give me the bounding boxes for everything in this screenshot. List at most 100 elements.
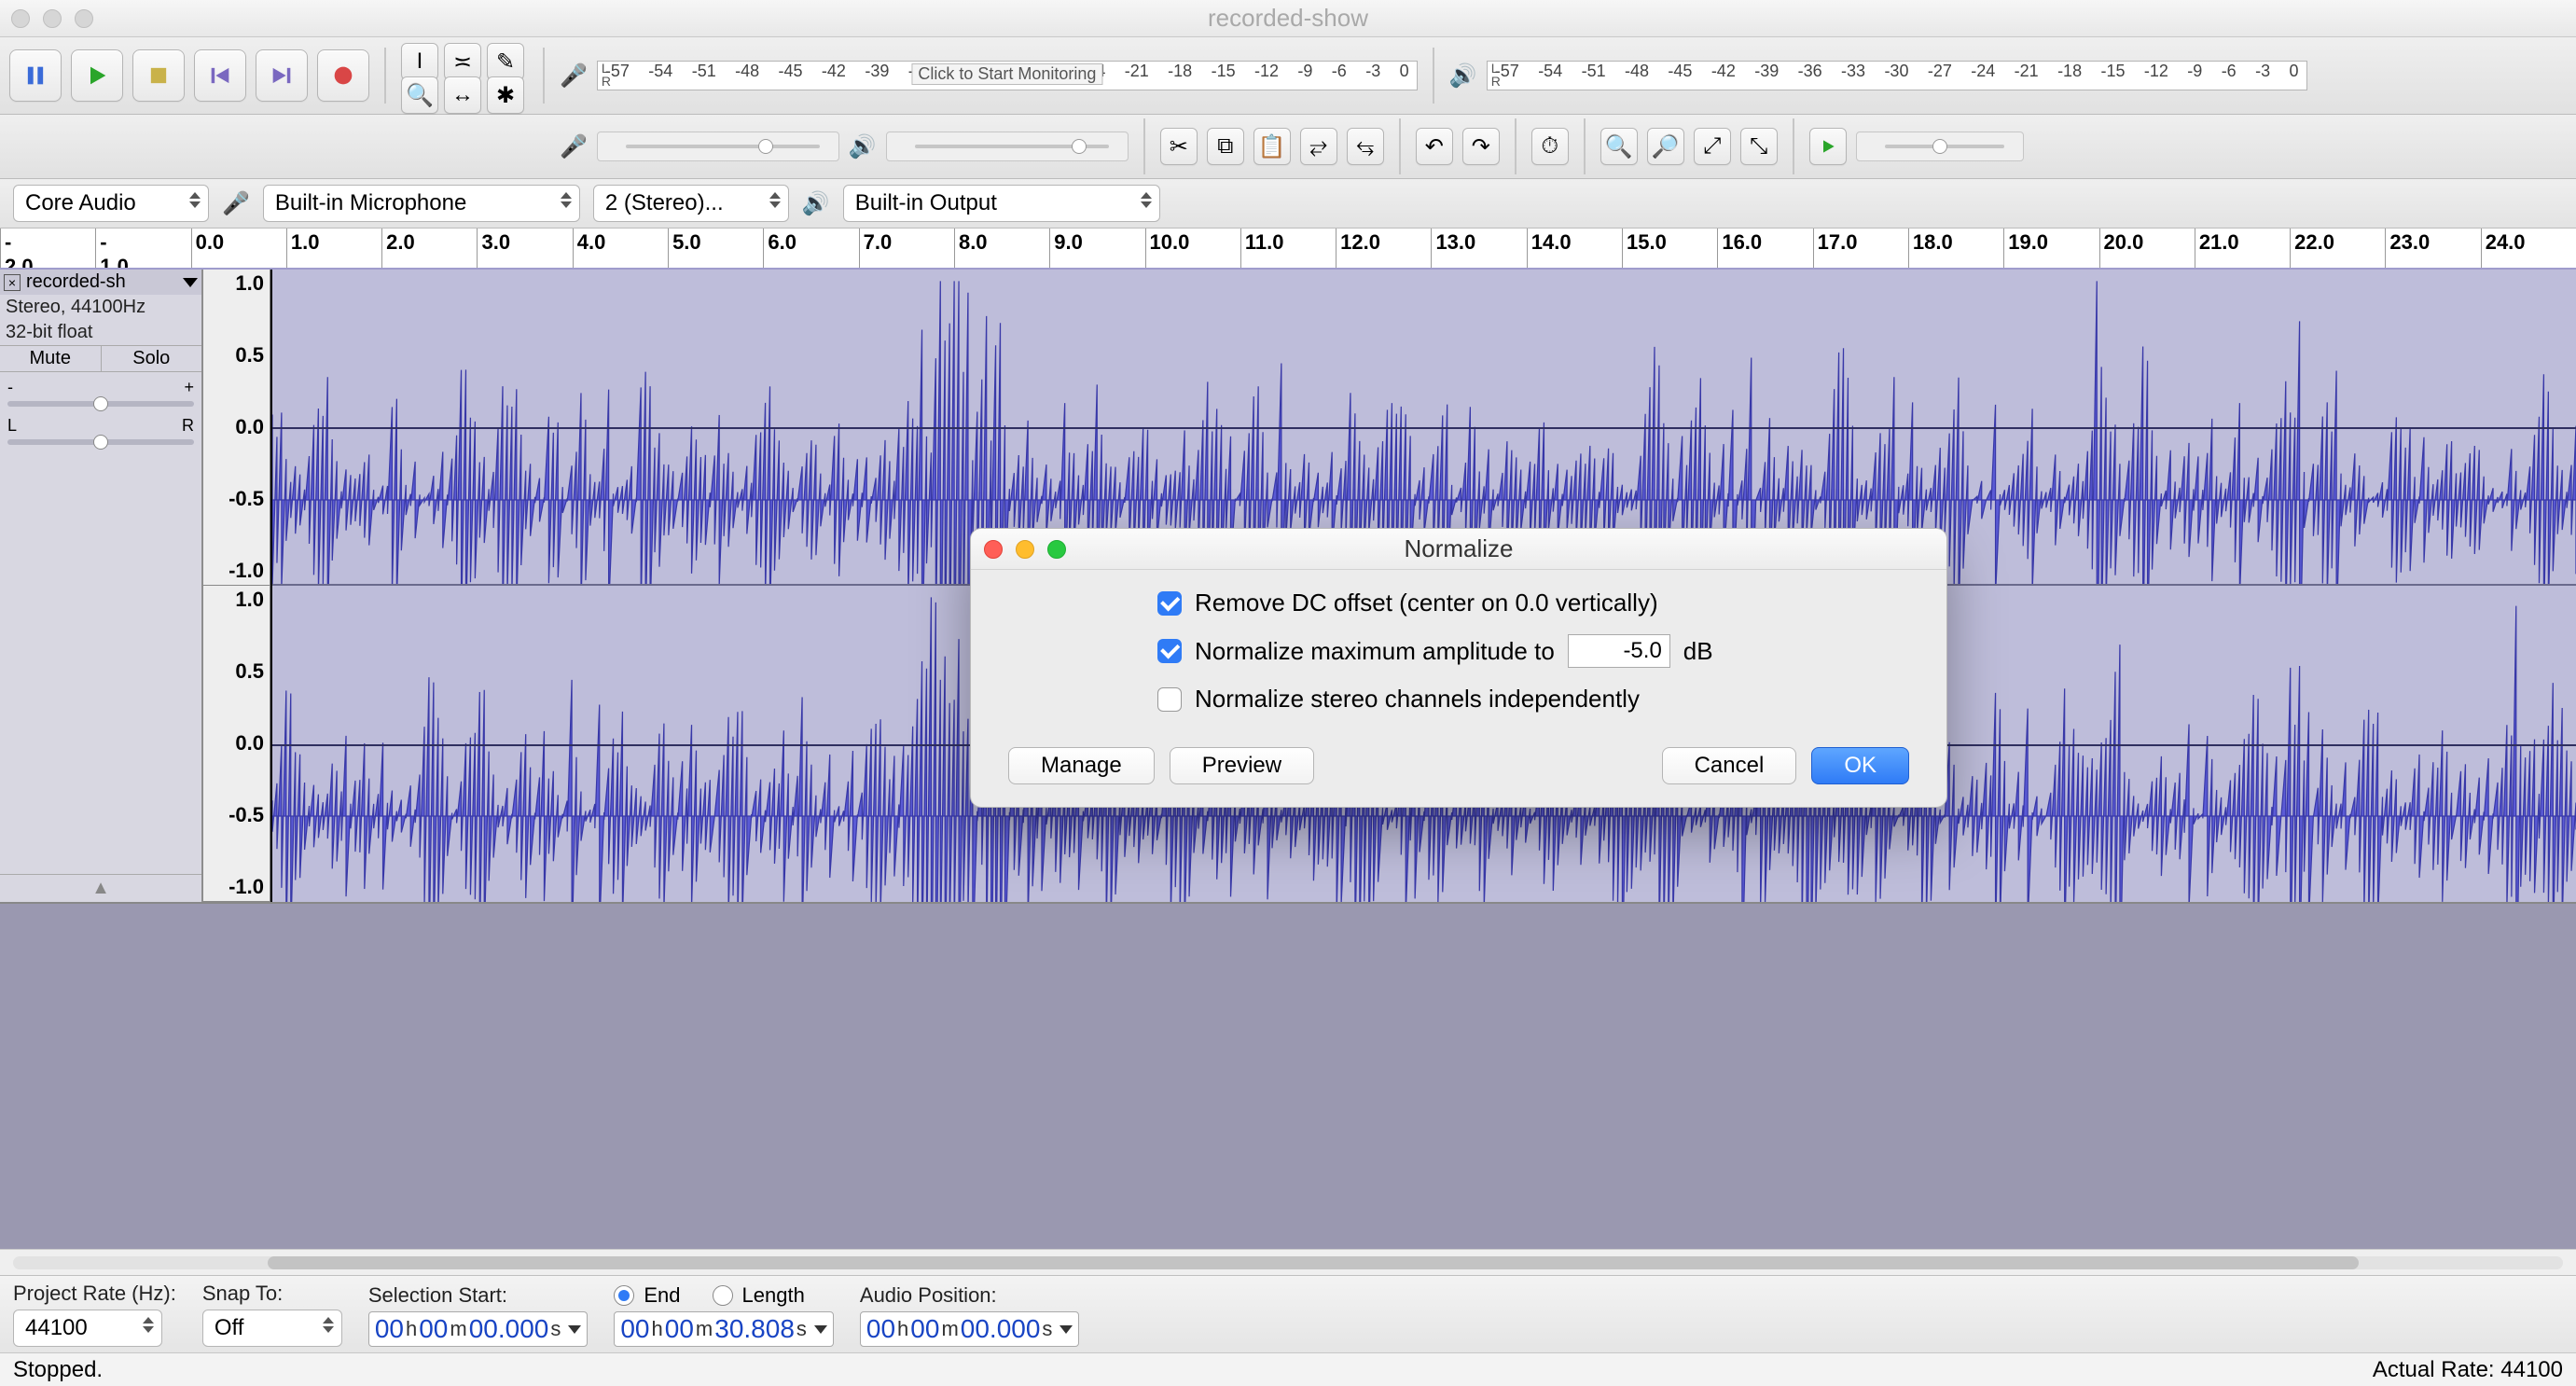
stop-button[interactable] — [132, 49, 185, 102]
track-name[interactable]: recorded-sh — [26, 271, 177, 293]
input-device-select[interactable]: Built-in Microphone — [263, 185, 580, 222]
undo-button[interactable]: ↶ — [1416, 128, 1453, 165]
sync-lock-button[interactable]: ⏱ — [1531, 128, 1569, 165]
track-close-button[interactable]: × — [4, 274, 21, 291]
window-titlebar: recorded-show — [0, 0, 2576, 37]
zoom-in-button[interactable]: 🔍 — [1600, 128, 1638, 165]
scrollbar-thumb[interactable] — [268, 1256, 2359, 1269]
audio-position-timebox[interactable]: 00h 00m 00.000s — [860, 1311, 1080, 1347]
input-channels-select[interactable]: 2 (Stereo)... — [593, 185, 789, 222]
dialog-titlebar[interactable]: Normalize — [971, 529, 1946, 570]
input-volume-slider[interactable] — [597, 132, 839, 161]
minimize-window-icon[interactable] — [43, 9, 62, 28]
cut-button[interactable]: ✂ — [1160, 128, 1198, 165]
gain-minus-label: - — [7, 378, 13, 397]
normalize-amplitude-label: Normalize maximum amplitude to — [1195, 637, 1555, 666]
normalize-amplitude-input[interactable] — [1568, 634, 1670, 668]
stereo-independent-checkbox[interactable] — [1157, 687, 1182, 712]
pause-button[interactable] — [9, 49, 62, 102]
track-control-panel: × recorded-sh Stereo, 44100Hz 32-bit flo… — [0, 270, 203, 902]
preview-button[interactable]: Preview — [1170, 747, 1314, 784]
dialog-body: Remove DC offset (center on 0.0 vertical… — [971, 570, 1946, 742]
separator-icon — [384, 48, 386, 104]
skip-end-button[interactable] — [256, 49, 308, 102]
amp-label: 1.0 — [203, 588, 264, 612]
record-button[interactable] — [317, 49, 369, 102]
mute-button[interactable]: Mute — [0, 346, 102, 371]
output-device-select[interactable]: Built-in Output — [843, 185, 1160, 222]
zoom-in-icon: 🔍 — [1605, 133, 1633, 160]
timeshift-tool-button[interactable]: ↔ — [444, 76, 481, 114]
copy-button[interactable]: ⧉ — [1207, 128, 1244, 165]
zoom-window-icon[interactable] — [75, 9, 93, 28]
snap-to-select[interactable]: Off — [202, 1310, 342, 1347]
recording-meter-hint[interactable]: Click to Start Monitoring — [911, 63, 1102, 85]
play-button[interactable] — [71, 49, 123, 102]
track-gain-pan: -+ LR — [0, 372, 201, 450]
zoom-tool-button[interactable]: 🔍 — [401, 76, 438, 114]
dialog-minimize-icon[interactable] — [1016, 540, 1034, 559]
redo-button[interactable]: ↷ — [1462, 128, 1500, 165]
timeline-ruler[interactable]: - 2.0- 1.00.01.02.03.04.05.06.07.08.09.0… — [0, 229, 2576, 270]
paste-button[interactable]: 📋 — [1253, 128, 1291, 165]
window-traffic-lights — [11, 9, 93, 28]
input-channels-value: 2 (Stereo)... — [605, 190, 724, 216]
envelope-tool-button[interactable]: ≍ — [444, 43, 481, 80]
dc-offset-checkbox[interactable] — [1157, 591, 1182, 616]
end-radio-label: End — [644, 1283, 680, 1308]
empty-tracks-space[interactable] — [0, 904, 2576, 1249]
time-m: 00 — [910, 1314, 939, 1344]
ok-button[interactable]: OK — [1811, 747, 1909, 784]
toolbar-row-2: 🎤 🔊 ✂ ⧉ 📋 ⥂ ⥃ ↶ ↷ ⏱ 🔍 🔎 ⤢ ⤡ — [0, 115, 2576, 179]
end-radio[interactable] — [614, 1285, 634, 1306]
skip-start-button[interactable] — [194, 49, 246, 102]
playback-meter[interactable]: LR -57-54-51-48-45-42-39-36-33-30-27-24-… — [1487, 61, 2307, 90]
status-left: Stopped. — [13, 1357, 103, 1383]
manage-button[interactable]: Manage — [1008, 747, 1155, 784]
project-rate-select[interactable]: 44100 — [13, 1310, 162, 1347]
track-collapse-button[interactable]: ▲ — [0, 874, 201, 902]
gain-plus-label: + — [184, 378, 194, 397]
amp-label: 0.0 — [203, 415, 264, 439]
paste-icon: 📋 — [1258, 133, 1286, 160]
length-radio[interactable] — [713, 1285, 733, 1306]
separator-icon — [1793, 118, 1794, 174]
separator-icon — [1433, 48, 1434, 104]
play-region-button[interactable] — [1809, 128, 1847, 165]
separator-icon — [1143, 118, 1145, 174]
fit-selection-button[interactable]: ⤢ — [1694, 128, 1731, 165]
playback-speed-slider[interactable] — [1856, 132, 2024, 161]
trim-button[interactable]: ⥂ — [1300, 128, 1337, 165]
track-header[interactable]: × recorded-sh — [0, 270, 201, 295]
audio-host-select[interactable]: Core Audio — [13, 185, 209, 222]
solo-button[interactable]: Solo — [102, 346, 202, 371]
output-volume-slider[interactable] — [886, 132, 1129, 161]
selection-tool-button[interactable]: I — [401, 43, 438, 80]
project-rate-value: 44100 — [25, 1315, 88, 1341]
separator-icon — [1515, 118, 1517, 174]
cancel-button[interactable]: Cancel — [1662, 747, 1797, 784]
toolbar-row-1: I ≍ ✎ 🔍 ↔ ✱ 🎤 LR -57-54-51-48-45-42-39-3… — [0, 37, 2576, 115]
silence-icon: ⥃ — [1356, 133, 1374, 159]
normalize-amplitude-checkbox[interactable] — [1157, 639, 1182, 663]
dropdown-icon[interactable] — [568, 1325, 581, 1334]
zoom-out-button[interactable]: 🔎 — [1647, 128, 1684, 165]
redo-icon: ↷ — [1472, 133, 1490, 160]
dropdown-icon[interactable] — [1059, 1325, 1073, 1334]
silence-button[interactable]: ⥃ — [1347, 128, 1384, 165]
dropdown-icon[interactable] — [814, 1325, 827, 1334]
gain-slider[interactable] — [7, 401, 194, 407]
horizontal-scrollbar[interactable] — [0, 1249, 2576, 1275]
pan-slider[interactable] — [7, 439, 194, 445]
multi-tool-button[interactable]: ✱ — [487, 76, 524, 114]
dialog-zoom-icon[interactable] — [1047, 540, 1066, 559]
dialog-close-icon[interactable] — [984, 540, 1003, 559]
draw-tool-button[interactable]: ✎ — [487, 43, 524, 80]
close-window-icon[interactable] — [11, 9, 30, 28]
amp-label: 0.5 — [203, 343, 264, 367]
selection-end-timebox[interactable]: 00h 00m 30.808s — [614, 1311, 834, 1347]
fit-project-button[interactable]: ⤡ — [1740, 128, 1778, 165]
recording-meter[interactable]: LR -57-54-51-48-45-42-39-36-33-30-27-24-… — [597, 61, 1418, 90]
selection-start-timebox[interactable]: 00h 00m 00.000s — [368, 1311, 589, 1347]
track-menu-dropdown-icon[interactable] — [183, 278, 198, 287]
